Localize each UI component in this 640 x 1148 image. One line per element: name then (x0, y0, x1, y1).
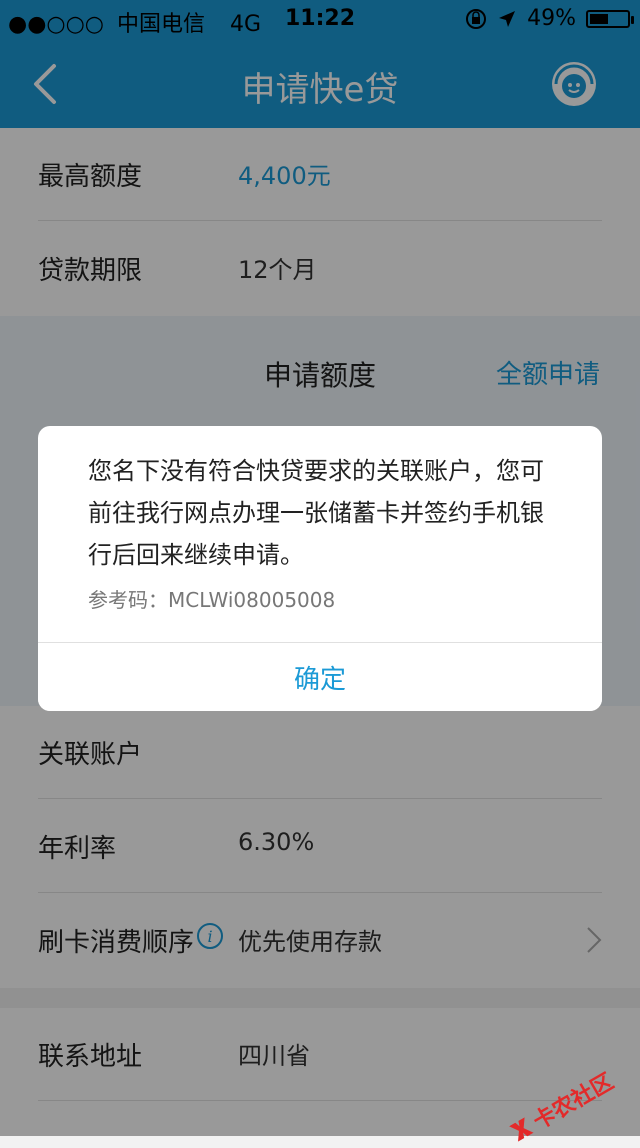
reference-code: 参考码：MCLWi08005008 (88, 588, 336, 612)
confirm-button[interactable]: 确定 (38, 643, 602, 711)
watermark-logo-icon (509, 1117, 534, 1142)
dialog-message: 您名下没有符合快贷要求的关联账户，您可前往我行网点办理一张储蓄卡并签约手机银行后… (88, 457, 544, 569)
alert-dialog: 您名下没有符合快贷要求的关联账户，您可前往我行网点办理一张储蓄卡并签约手机银行后… (38, 426, 602, 711)
